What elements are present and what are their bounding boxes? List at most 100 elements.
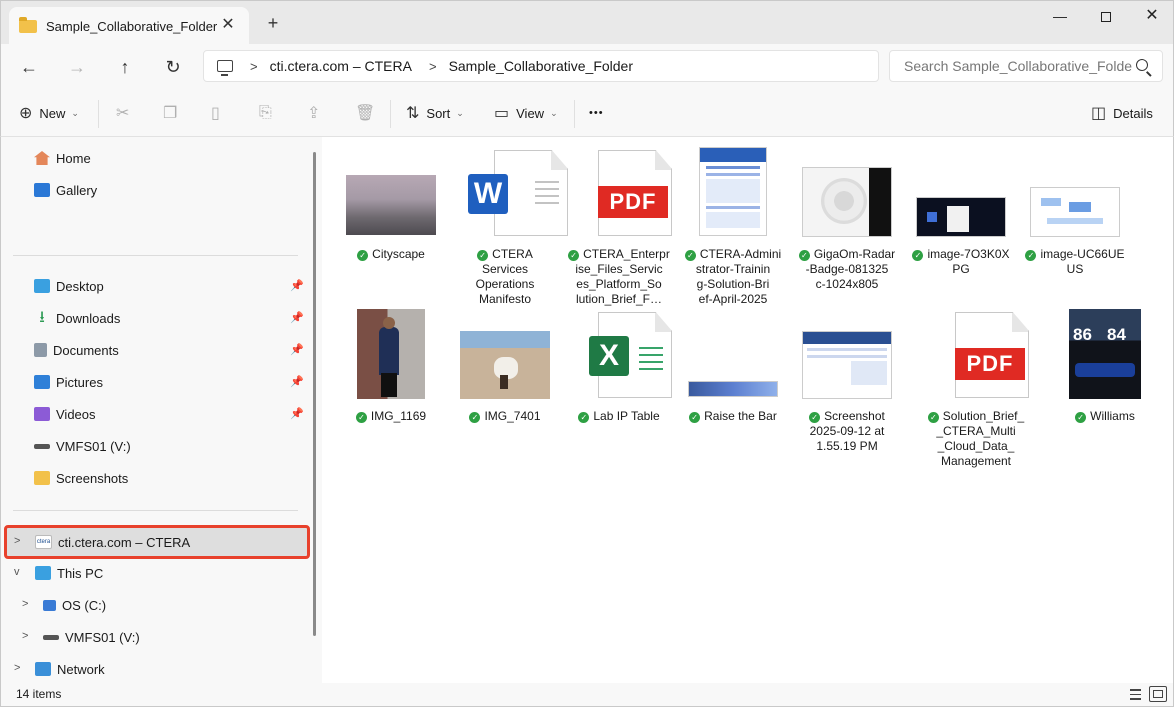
file-ctera-manifesto[interactable]: W ✓ CTERA Services Operations Manifesto [448, 145, 568, 306]
new-button[interactable]: ⊕ New ⌄ [19, 102, 79, 124]
nav-item-documents[interactable]: Documents 📌 [34, 336, 304, 364]
new-tab-button[interactable]: + [263, 13, 283, 33]
up-button[interactable]: ↑ [109, 52, 141, 82]
file-img-7401[interactable]: ✓ IMG_7401 [448, 307, 562, 457]
chevron-right-icon[interactable]: > [14, 535, 20, 547]
nav-item-desktop[interactable]: Desktop 📌 [34, 272, 304, 300]
back-button[interactable]: ← [13, 52, 45, 82]
pin-icon[interactable]: 📌 [290, 279, 304, 292]
nav-item-ctera[interactable]: > ctera cti.ctera.com – CTERA [4, 525, 310, 559]
pdf-document-icon: PDF [955, 312, 1029, 398]
chevron-right-icon[interactable]: > [14, 662, 20, 674]
file-image-7o3k0xpg[interactable]: ✓ image-7O3K0X PG [904, 145, 1018, 295]
nav-item-os-c[interactable]: > OS (C:) [14, 591, 294, 619]
file-label: ✓ CTERA_Enterpr ise_Files_Servic es_Platfor… [562, 247, 676, 307]
nav-item-pictures[interactable]: Pictures 📌 [34, 368, 304, 396]
cut-button[interactable]: ✂ [116, 102, 136, 124]
title-bar: Sample_Collaborative_Folder ✕ + — ✕ [0, 0, 1174, 45]
nav-item-network[interactable]: > Network [6, 655, 296, 683]
copy-icon: ❐ [163, 105, 178, 122]
view-button[interactable]: ▭ View ⌄ [494, 102, 558, 124]
file-raise-the-bar[interactable]: ✓ Raise the Bar [676, 307, 790, 457]
file-ctera-enterprise-brief[interactable]: PDF ✓ CTERA_Enterpr ise_Files_Servic es_Pla… [562, 145, 676, 307]
pdf-document-icon: PDF [598, 150, 672, 236]
file-gigaom-radar[interactable]: ✓ GigaOm-Radar -Badge-081325 c-1024x805 [790, 145, 904, 295]
chevron-down-icon[interactable]: v [14, 566, 20, 578]
nav-item-screenshots[interactable]: Screenshots [34, 464, 294, 492]
file-image-uc66ueus[interactable]: ✓ image-UC66UE US [1018, 145, 1132, 295]
file-label: ✓ Solution_Brief_ _CTERA_Multi _Cloud_Data_… [919, 409, 1033, 469]
desktop-icon [34, 279, 50, 293]
nav-item-vmfs01[interactable]: VMFS01 (V:) [34, 432, 294, 460]
synced-check-icon: ✓ [798, 250, 810, 261]
this-pc-icon [217, 60, 233, 76]
nav-scrollbar[interactable] [313, 152, 316, 636]
nav-label: VMFS01 (V:) [65, 629, 140, 645]
pin-icon[interactable]: 📌 [290, 343, 304, 356]
paste-button[interactable]: ▯ [211, 102, 227, 124]
details-view-icon[interactable] [1127, 686, 1145, 702]
pin-icon[interactable]: 📌 [290, 407, 304, 420]
nav-label: Documents [53, 342, 119, 358]
car-number: 86 [1073, 325, 1092, 344]
downloads-icon: ⭳ [39, 309, 45, 326]
pin-icon[interactable]: 📌 [290, 311, 304, 324]
copy-button[interactable]: ❐ [163, 102, 184, 124]
thumbnail [346, 175, 436, 235]
large-icons-view-icon[interactable] [1149, 686, 1167, 702]
file-label: ✓ Cityscape [334, 247, 448, 262]
address-bar[interactable]: > cti.ctera.com – CTERA > Sample_Collabo… [203, 50, 879, 82]
nav-label: Pictures [56, 374, 103, 390]
home-icon [34, 151, 50, 165]
nav-item-gallery[interactable]: Gallery [34, 176, 294, 204]
file-solution-brief-multicloud[interactable]: PDF ✓ Solution_Brief_ _CTERA_Multi _Cloud_D… [919, 307, 1033, 469]
nav-item-home[interactable]: Home [34, 144, 294, 172]
breadcrumb-sample-folder[interactable]: Sample_Collaborative_Folder [449, 58, 633, 74]
maximize-button[interactable] [1083, 1, 1129, 33]
close-window-button[interactable]: ✕ [1129, 1, 1174, 33]
more-options-button[interactable]: ••• [589, 102, 604, 124]
word-icon: W [468, 174, 508, 214]
excel-icon: X [589, 336, 629, 376]
file-lab-ip-table[interactable]: X ✓ Lab IP Table [562, 307, 676, 457]
file-ctera-admin-training[interactable]: ✓ CTERA-Admini strator-Trainin g-Solution-B… [676, 145, 790, 306]
refresh-button[interactable]: ↻ [157, 52, 189, 82]
breadcrumb-separator[interactable]: > [250, 59, 258, 74]
nav-item-this-pc[interactable]: v This PC [6, 559, 296, 587]
tab-title: Sample_Collaborative_Folder [46, 18, 218, 34]
file-label: ✓ GigaOm-Radar -Badge-081325 c-1024x805 [790, 247, 904, 292]
breadcrumb-ctera[interactable]: cti.ctera.com – CTERA [270, 58, 412, 74]
ctera-icon: ctera [35, 535, 52, 549]
chevron-right-icon[interactable]: > [22, 630, 28, 642]
file-img-1169[interactable]: ✓ IMG_1169 [334, 307, 448, 457]
breadcrumb-separator[interactable]: > [429, 59, 437, 74]
nav-item-downloads[interactable]: ⭳ Downloads 📌 [34, 304, 304, 332]
details-button[interactable]: ◫ Details [1091, 102, 1153, 124]
rename-button[interactable]: ⎘ [259, 102, 279, 124]
sort-button[interactable]: ⇅ Sort ⌄ [406, 102, 464, 124]
search-box[interactable]: Search Sample_Collaborative_Folde [889, 50, 1163, 82]
new-label: New [39, 105, 66, 121]
delete-button[interactable]: 🗑 [355, 102, 382, 124]
folder-icon [19, 16, 37, 33]
search-icon[interactable] [1136, 59, 1148, 71]
pin-icon[interactable]: 📌 [290, 375, 304, 388]
file-label: ✓ IMG_7401 [448, 409, 562, 424]
thumbnail [916, 197, 1006, 237]
forward-button[interactable]: → [61, 52, 93, 82]
paste-icon: ▯ [211, 105, 220, 122]
file-williams[interactable]: 86 84 ✓ Williams [1048, 307, 1162, 457]
thumbnail [1030, 187, 1120, 237]
minimize-button[interactable]: — [1037, 1, 1083, 33]
share-button[interactable]: ⇪ [307, 102, 327, 124]
rename-icon: ⎘ [259, 104, 272, 121]
synced-check-icon: ✓ [469, 412, 481, 423]
chevron-right-icon[interactable]: > [22, 598, 28, 610]
nav-item-videos[interactable]: Videos 📌 [34, 400, 304, 428]
tab-sample-collaborative-folder[interactable]: Sample_Collaborative_Folder ✕ [9, 7, 249, 45]
file-cityscape[interactable]: ✓ Cityscape [334, 145, 448, 295]
pdf-icon: PDF [955, 348, 1025, 380]
file-screenshot-2025-09-12[interactable]: ✓ Screenshot 2025-09-12 at 1.55.19 PM [790, 307, 904, 457]
tab-close-icon[interactable]: ✕ [219, 16, 237, 34]
nav-item-vmfs01-tree[interactable]: > VMFS01 (V:) [14, 623, 294, 651]
